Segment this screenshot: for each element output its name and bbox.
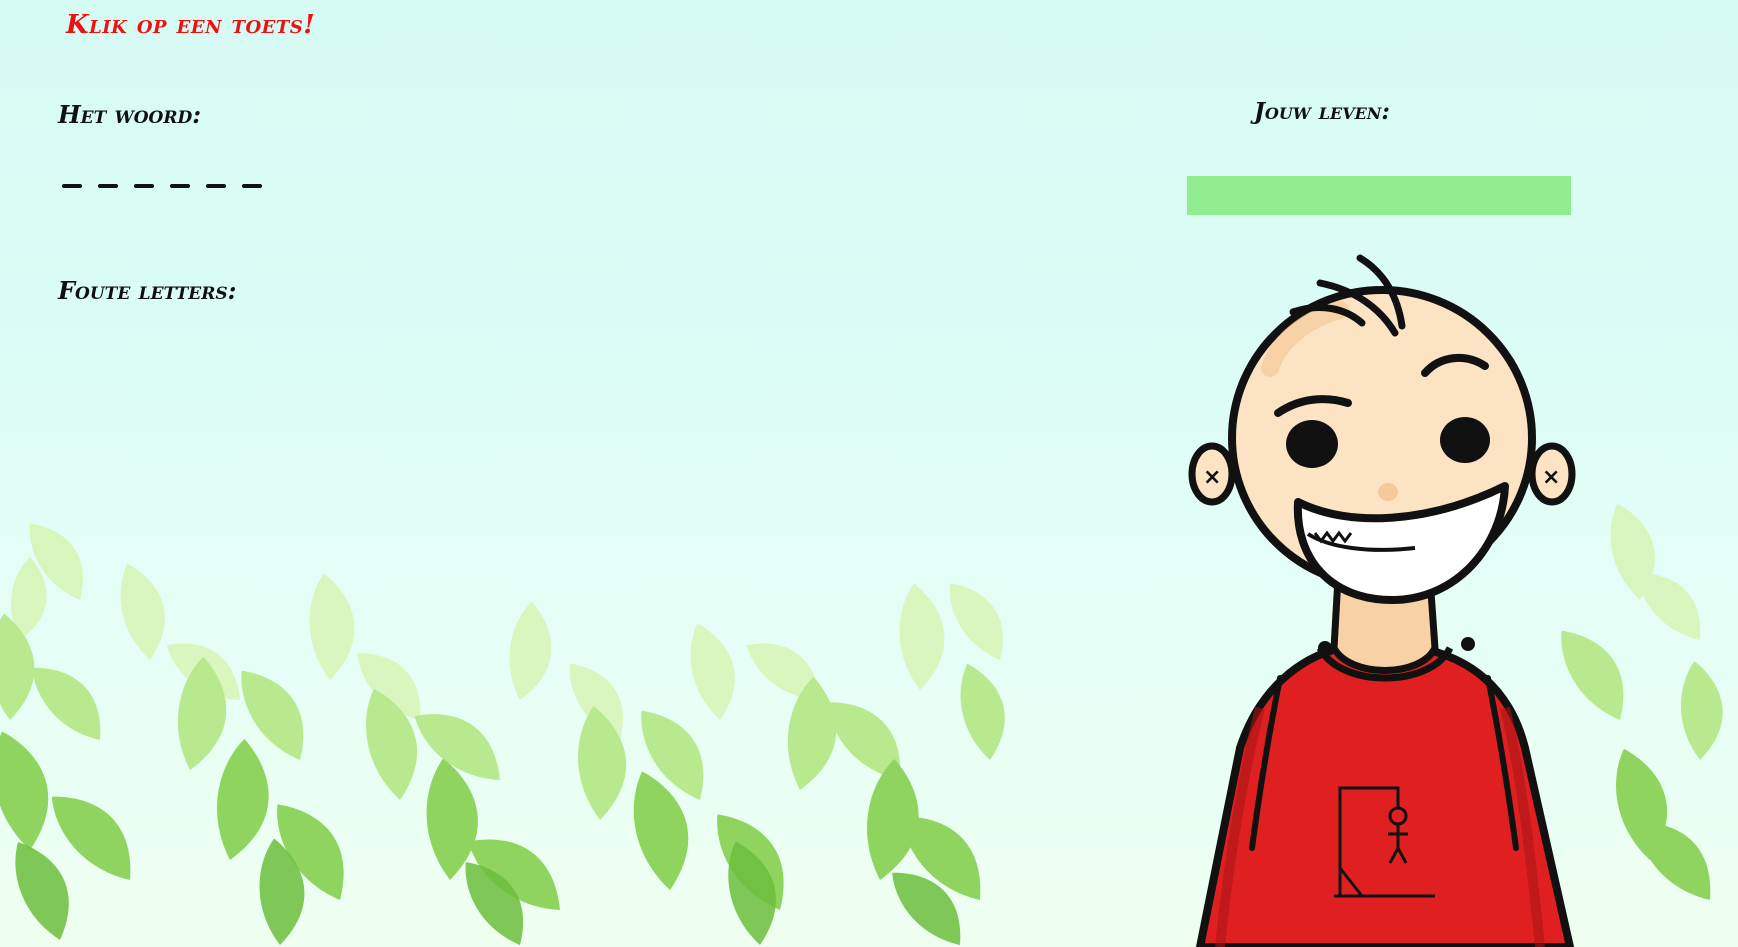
- life-bar: [1187, 176, 1571, 215]
- word-label: Het woord:: [58, 100, 202, 129]
- smiling-boy-illustration: × ×: [1188, 254, 1576, 947]
- letter-slot: [62, 184, 82, 188]
- svg-text:×: ×: [1203, 465, 1221, 490]
- wrong-letters-label: Foute letters:: [58, 276, 237, 305]
- instruction-text: Klik op een toets!: [66, 10, 316, 40]
- letter-slot: [98, 184, 118, 188]
- letter-slot: [170, 184, 190, 188]
- letter-slot: [242, 184, 262, 188]
- svg-text:×: ×: [1542, 465, 1560, 490]
- lives-label: Jouw leven:: [1254, 98, 1390, 125]
- word-slots: [62, 170, 262, 188]
- letter-slot: [206, 184, 226, 188]
- letter-slot: [134, 184, 154, 188]
- left-eye: [1286, 420, 1338, 468]
- life-bar-fill: [1187, 176, 1571, 215]
- right-eye: [1440, 417, 1490, 463]
- shirt: [1196, 644, 1574, 947]
